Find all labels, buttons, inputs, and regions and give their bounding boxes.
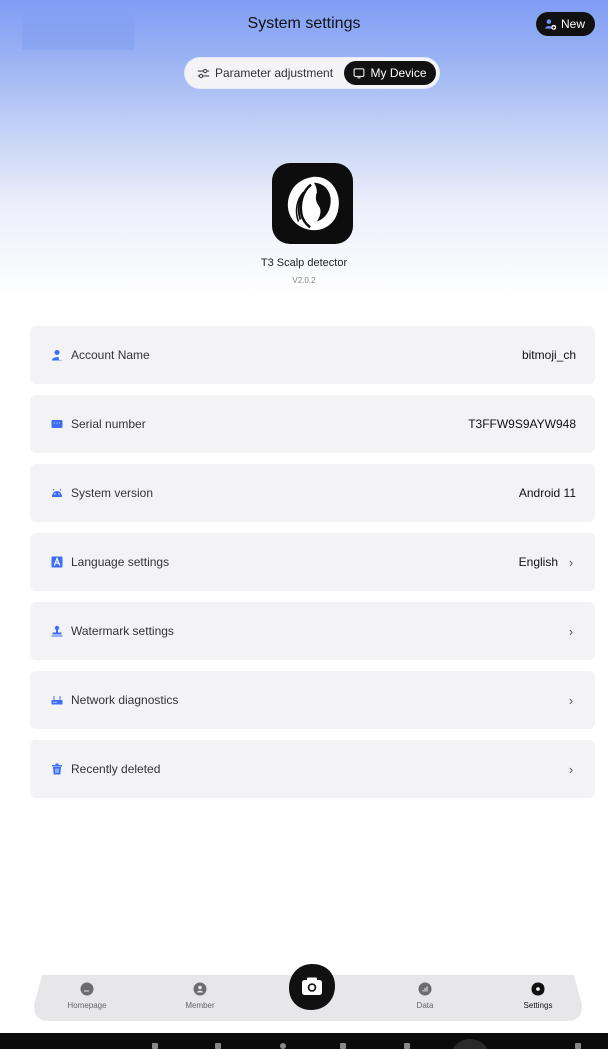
back-icon[interactable] [215,1043,221,1049]
row-network-diagnostics[interactable]: Network diagnostics › [30,671,595,729]
row-system-version: System version Android 11 [30,464,595,522]
network-diagnostics-label: Network diagnostics [71,693,179,707]
tablet-icon [354,68,365,79]
nav-homepage[interactable]: Homepage [47,982,127,1010]
tab-parameter-label: Parameter adjustment [215,66,334,80]
row-watermark-settings[interactable]: Watermark settings › [30,602,595,660]
serial-icon [51,418,63,430]
serial-number-value: T3FFW9S9AYW948 [468,417,576,431]
settings-icon [531,982,545,996]
serial-number-label: Serial number [71,417,146,431]
more-icon[interactable] [575,1043,581,1049]
woman-profile-logo-icon [287,176,339,230]
volume-down-icon[interactable] [152,1043,158,1049]
trash-icon [51,763,63,775]
new-button-label: New [560,17,585,31]
row-serial-number: Serial number T3FFW9S9AYW948 [30,395,595,453]
tab-my-device[interactable]: My Device [344,61,436,85]
new-button[interactable]: New [535,12,595,36]
chevron-right-icon: › [568,761,574,777]
chevron-right-icon: › [568,554,574,570]
row-recently-deleted[interactable]: Recently deleted › [30,740,595,798]
sliders-icon [197,68,210,78]
volume-up-icon[interactable] [404,1043,410,1049]
nav-member-label: Member [185,1001,215,1010]
chevron-right-icon: › [568,692,574,708]
system-version-label: System version [71,486,154,500]
add-user-icon [545,18,557,30]
account-name-label: Account Name [71,348,150,362]
member-icon [193,982,207,996]
row-account-name: Account Name bitmoji_ch [30,326,595,384]
nav-settings-label: Settings [523,1001,553,1010]
camera-icon [289,964,335,1010]
watermark-settings-label: Watermark settings [71,624,174,638]
tab-my-device-label: My Device [370,66,427,80]
app-name: T3 Scalp detector [260,257,348,269]
nav-data-label: Data [416,1001,434,1010]
home-icon [80,982,94,996]
nav-data[interactable]: Data [385,982,465,1010]
page-title: System settings [247,15,361,32]
row-language-settings[interactable]: Language settings English › [30,533,595,591]
language-settings-label: Language settings [71,555,170,569]
app-version: V2.0.2 [292,276,316,285]
system-version-value: Android 11 [518,486,576,500]
nav-member[interactable]: Member [160,982,240,1010]
tab-parameter-adjustment[interactable]: Parameter adjustment [197,58,333,88]
nav-homepage-label: Homepage [67,1001,107,1010]
nav-settings[interactable]: Settings [498,982,578,1010]
screenshot-icon[interactable] [450,1039,490,1049]
router-icon [51,694,63,706]
account-name-value: bitmoji_ch [521,348,576,362]
language-settings-value: English [518,555,558,569]
data-icon [418,982,432,996]
app-logo [272,163,353,244]
settings-screen: System settings New Parameter adjustment… [0,0,608,1049]
language-icon [51,556,63,568]
camera-button[interactable] [288,963,336,1011]
recently-deleted-label: Recently deleted [71,762,161,776]
user-icon [51,349,63,361]
android-icon [51,487,63,499]
system-navigation-bar [0,1033,608,1049]
home-nav-icon[interactable] [280,1043,286,1049]
settings-tab-switch: Parameter adjustment My Device [185,58,439,88]
recents-icon[interactable] [340,1043,346,1049]
chevron-right-icon: › [568,623,574,639]
stamp-icon [51,625,63,637]
